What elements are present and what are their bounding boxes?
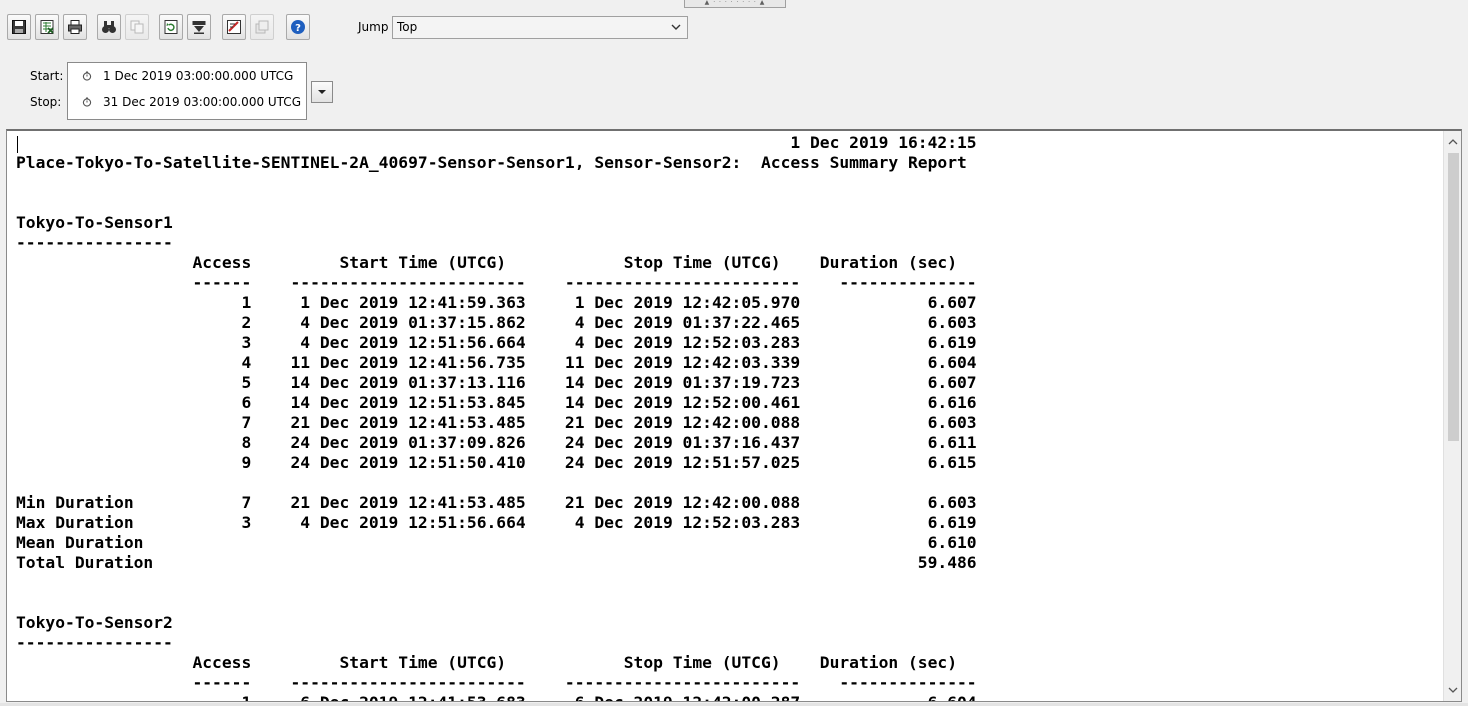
scroll-thumb[interactable]: [1448, 153, 1459, 441]
download-icon: [192, 21, 206, 34]
duplicate-icon: [255, 20, 269, 34]
chevron-down-icon: [671, 24, 681, 30]
panel-resize-grip[interactable]: ▲ · · · · · · · · ▲: [684, 0, 786, 8]
stop-time-field[interactable]: 31 Dec 2019 03:00:00.000 UTCG: [82, 94, 301, 110]
time-period-box[interactable]: 1 Dec 2019 03:00:00.000 UTCG 31 Dec 2019…: [67, 62, 307, 120]
start-label: Start:: [30, 69, 64, 83]
stop-label: Stop:: [30, 95, 62, 109]
print-button[interactable]: [63, 14, 87, 40]
properties-icon: [227, 20, 241, 34]
jump-selected-value: Top: [397, 20, 418, 34]
chevron-down-icon: [1448, 687, 1458, 693]
scroll-down-button[interactable]: [1444, 681, 1461, 699]
find-icon: [102, 21, 116, 33]
export-excel-button[interactable]: [35, 14, 59, 40]
duplicate-button[interactable]: [250, 14, 274, 40]
jump-select[interactable]: Top: [392, 16, 688, 39]
copy-button[interactable]: [125, 14, 149, 40]
report-viewer[interactable]: 1 Dec 2019 16:42:15 Place-Tokyo-To-Satel…: [6, 129, 1462, 702]
start-time-value: 1 Dec 2019 03:00:00.000 UTCG: [103, 69, 294, 83]
jump-label: Jump: [358, 20, 389, 34]
properties-button[interactable]: [222, 14, 246, 40]
chevron-up-icon: [1448, 139, 1458, 145]
scroll-up-button[interactable]: [1444, 133, 1461, 151]
time-period-dropdown-button[interactable]: [311, 81, 333, 103]
triangle-down-icon: [318, 90, 326, 94]
export-excel-icon: [40, 20, 54, 34]
print-icon: [68, 20, 82, 34]
access-summary-report: 1 Dec 2019 16:42:15 Place-Tokyo-To-Satel…: [16, 133, 977, 701]
save-icon: [12, 20, 26, 34]
clock-icon: [82, 97, 92, 107]
clock-icon: [82, 71, 92, 81]
help-button[interactable]: ?: [286, 14, 310, 40]
svg-text:?: ?: [295, 23, 301, 34]
download-button[interactable]: [187, 14, 211, 40]
refresh-button[interactable]: [159, 14, 183, 40]
start-time-field[interactable]: 1 Dec 2019 03:00:00.000 UTCG: [82, 68, 293, 84]
help-icon: ?: [291, 20, 305, 34]
refresh-icon: [164, 20, 178, 34]
vertical-scrollbar[interactable]: [1443, 131, 1461, 701]
save-button[interactable]: [7, 14, 31, 40]
copy-icon: [130, 20, 144, 34]
find-button[interactable]: [97, 14, 121, 40]
stop-time-value: 31 Dec 2019 03:00:00.000 UTCG: [103, 95, 301, 109]
